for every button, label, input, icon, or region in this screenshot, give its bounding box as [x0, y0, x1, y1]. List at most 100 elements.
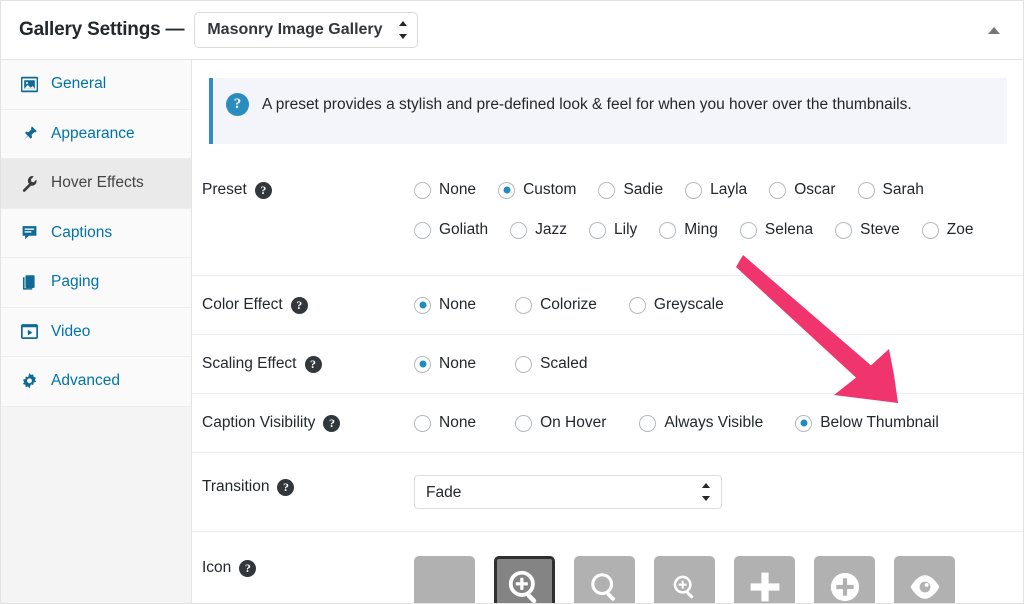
sidebar-item-label: Captions [51, 223, 113, 241]
field-transition: Fade [414, 475, 1023, 509]
radio-preset-jazz[interactable]: Jazz [510, 218, 567, 242]
row-label-scaling-effect: Scaling Effect ? [192, 352, 414, 376]
sidebar-item-appearance[interactable]: Appearance [1, 109, 191, 159]
icon-tile-plus[interactable] [734, 556, 795, 603]
help-icon-color-effect[interactable]: ? [290, 296, 308, 314]
radio-label: Sadie [623, 181, 664, 198]
radio-caption-visibility-on-hover[interactable]: On Hover [515, 411, 606, 435]
radio-preset-none[interactable]: None [414, 178, 476, 202]
radio-circle [921, 221, 939, 239]
sidebar-item-paging[interactable]: Paging [1, 258, 191, 308]
collapse-panel-toggle[interactable] [987, 23, 1001, 37]
field-scaling-effect: None Scaled [414, 352, 1023, 376]
icon-tile-circle-plus[interactable] [814, 556, 875, 603]
radio-circle [598, 181, 616, 199]
radio-scaling-effect-scaled[interactable]: Scaled [515, 352, 587, 376]
help-icon-icon[interactable]: ? [239, 559, 257, 577]
radio-preset-sadie[interactable]: Sadie [598, 178, 663, 202]
radio-color-effect-colorize[interactable]: Colorize [515, 293, 597, 317]
help-icon-preset[interactable]: ? [254, 181, 272, 199]
question-mark-icon: ? [226, 93, 249, 116]
panel-header: Gallery Settings — Masonry Image Gallery [1, 1, 1023, 60]
radio-circle [835, 221, 853, 239]
radio-preset-ming[interactable]: Ming [659, 218, 718, 242]
icon-tile-magnifier[interactable] [574, 556, 635, 603]
radio-label: None [439, 355, 477, 372]
radio-label: Sarah [882, 181, 924, 198]
radio-label: Layla [710, 181, 748, 198]
radio-circle [414, 355, 431, 373]
icon-tile-blank[interactable] [414, 556, 475, 603]
radio-circle [515, 296, 533, 314]
label-text: Icon [202, 559, 232, 576]
transition-select-wrapper: Fade [414, 475, 722, 509]
radio-label: Always Visible [664, 414, 764, 431]
row-label-icon: Icon ? [192, 554, 414, 578]
sidebar-item-advanced[interactable]: Advanced [1, 357, 191, 407]
radio-preset-layla[interactable]: Layla [685, 178, 747, 202]
radio-circle [628, 296, 646, 314]
radio-preset-custom[interactable]: Custom [498, 178, 576, 202]
radio-color-effect-greyscale[interactable]: Greyscale [628, 293, 724, 317]
radio-label: Jazz [535, 221, 567, 238]
radio-group-preset: None Custom Sadie Layla Oscar Sarah Goli… [414, 178, 1011, 258]
field-caption-visibility: None On Hover Always Visible Below Thumb… [414, 411, 1023, 435]
sidebar-item-label: Video [51, 322, 91, 340]
radio-label: None [439, 181, 477, 198]
radio-scaling-effect-none[interactable]: None [414, 352, 476, 376]
row-scaling-effect: Scaling Effect ? None Scaled [192, 335, 1023, 394]
sidebar-item-label: Paging [51, 273, 100, 291]
label-text: Preset [202, 181, 247, 198]
radio-caption-visibility-below-thumbnail[interactable]: Below Thumbnail [795, 411, 939, 435]
radio-preset-sarah[interactable]: Sarah [857, 178, 924, 202]
help-icon-caption-visibility[interactable]: ? [323, 414, 341, 432]
row-label-preset: Preset ? [192, 178, 414, 202]
video-icon [18, 323, 40, 340]
settings-content: ? A preset provides a stylish and pre-de… [192, 60, 1023, 603]
radio-circle [857, 181, 875, 199]
radio-preset-oscar[interactable]: Oscar [769, 178, 836, 202]
sidebar-item-video[interactable]: Video [1, 307, 191, 357]
icon-tile-magnifier-plus-small[interactable] [654, 556, 715, 603]
help-icon-scaling-effect[interactable]: ? [304, 355, 322, 373]
radio-circle [639, 414, 657, 432]
field-color-effect: None Colorize Greyscale [414, 293, 1023, 317]
sidebar-filler [1, 406, 191, 603]
radio-label: Scaled [540, 355, 588, 372]
magnifier-icon [590, 572, 615, 601]
radio-caption-visibility-none[interactable]: None [414, 411, 476, 435]
icon-tile-magnifier-plus[interactable] [494, 556, 555, 603]
row-label-color-effect: Color Effect ? [192, 293, 414, 317]
info-notice-text: A preset provides a stylish and pre-defi… [262, 96, 912, 113]
sidebar-item-general[interactable]: General [1, 60, 191, 110]
icon-picker [414, 554, 1011, 603]
radio-preset-steve[interactable]: Steve [835, 218, 900, 242]
transition-select[interactable]: Fade [414, 475, 722, 509]
radio-color-effect-none[interactable]: None [414, 293, 476, 317]
radio-circle [795, 414, 813, 432]
sidebar-item-label: Hover Effects [51, 174, 144, 192]
radio-label: Goliath [439, 221, 489, 238]
label-text: Transition [202, 478, 270, 495]
field-icon [414, 554, 1023, 603]
circle-plus-icon [830, 572, 859, 601]
radio-circle [498, 181, 516, 199]
radio-preset-selena[interactable]: Selena [739, 218, 813, 242]
radio-label: Lily [614, 221, 638, 238]
panel-body: General Appearance Hover Effects Caption… [1, 60, 1023, 603]
row-color-effect: Color Effect ? None Colorize Greyscale [192, 276, 1023, 335]
help-icon-transition[interactable]: ? [277, 478, 295, 496]
gallery-select[interactable]: Masonry Image Gallery [194, 12, 419, 48]
icon-tile-eye[interactable] [894, 556, 955, 603]
sidebar-item-hover-effects[interactable]: Hover Effects [1, 159, 191, 209]
settings-sidebar: General Appearance Hover Effects Caption… [1, 60, 192, 603]
radio-preset-lily[interactable]: Lily [589, 218, 637, 242]
radio-preset-goliath[interactable]: Goliath [414, 218, 488, 242]
gallery-select-wrapper: Masonry Image Gallery [194, 12, 419, 48]
radio-caption-visibility-always-visible[interactable]: Always Visible [639, 411, 763, 435]
triangle-up-icon [988, 26, 1000, 34]
radio-label: Custom [523, 181, 577, 198]
sidebar-item-captions[interactable]: Captions [1, 208, 191, 258]
row-caption-visibility: Caption Visibility ? None On Hover Alway… [192, 394, 1023, 453]
radio-preset-zoe[interactable]: Zoe [921, 218, 974, 242]
